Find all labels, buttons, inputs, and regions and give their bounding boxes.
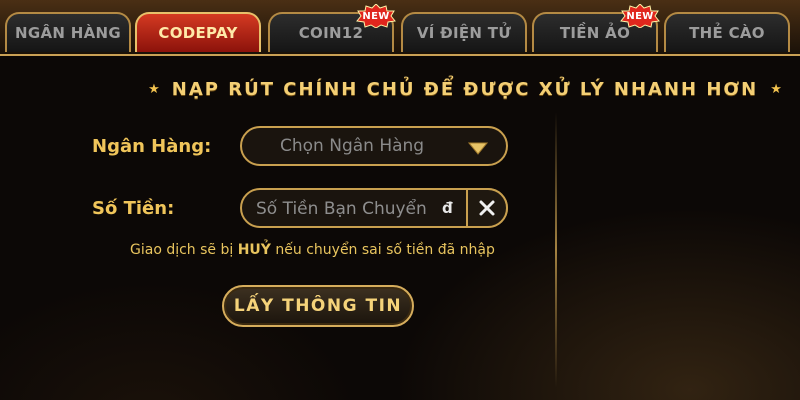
heading-text: NẠP RÚT CHÍNH CHỦ ĐỂ ĐƯỢC XỬ LÝ NHANH HƠ… (171, 78, 759, 100)
badge-label: NEW (626, 10, 654, 22)
vertical-divider (555, 112, 557, 387)
tab-ngan-hang[interactable]: NGÂN HÀNG (5, 12, 131, 52)
new-badge-icon: NEW (356, 4, 396, 28)
star-icon: ★ (148, 81, 160, 97)
tab-label: NGÂN HÀNG (15, 24, 121, 42)
amount-field: đ (240, 188, 508, 228)
amount-input[interactable] (254, 194, 466, 224)
amount-label: Số Tiền: (92, 198, 175, 219)
tab-label: VÍ ĐIỆN TỬ (416, 24, 512, 42)
get-info-button-label: LẤY THÔNG TIN (233, 296, 403, 316)
tab-coin12[interactable]: COIN12 NEW (268, 4, 396, 52)
note-prefix: Giao dịch sẽ bị (130, 242, 238, 258)
caret-down-icon[interactable] (467, 140, 489, 159)
note-suffix: nếu chuyển sai số tiền đã nhập (270, 242, 495, 258)
section-heading: ★ NẠP RÚT CHÍNH CHỦ ĐỂ ĐƯỢC XỬ LÝ NHANH … (140, 73, 790, 105)
tab-label: THẺ CÀO (689, 24, 765, 42)
bank-select[interactable]: Chọn Ngân Hàng (240, 126, 508, 166)
bank-label: Ngân Hàng: (92, 136, 212, 157)
star-icon: ★ (770, 81, 782, 97)
close-icon (479, 200, 495, 216)
new-badge-icon: NEW (620, 4, 660, 28)
warning-note: Giao dịch sẽ bị HUỶ nếu chuyển sai số ti… (130, 242, 520, 258)
currency-suffix: đ (442, 199, 453, 217)
tab-tien-ao[interactable]: TIỀN ẢO NEW (532, 4, 660, 52)
tab-label: COIN12 (298, 24, 364, 42)
tab-codepay[interactable]: CODEPAY (135, 12, 261, 52)
tab-label: CODEPAY (158, 24, 238, 42)
get-info-button[interactable]: LẤY THÔNG TIN (222, 285, 414, 327)
tab-the-cao[interactable]: THẺ CÀO (664, 12, 790, 52)
tab-vi-dien-tu[interactable]: VÍ ĐIỆN TỬ (401, 12, 527, 52)
tab-bar: NGÂN HÀNG CODEPAY COIN12 NEW VÍ ĐIỆN TỬ … (0, 0, 800, 56)
clear-button[interactable] (466, 188, 508, 228)
badge-label: NEW (362, 10, 390, 22)
bank-select-value: Chọn Ngân Hàng (280, 136, 425, 156)
note-emphasis: HUỶ (237, 242, 271, 258)
